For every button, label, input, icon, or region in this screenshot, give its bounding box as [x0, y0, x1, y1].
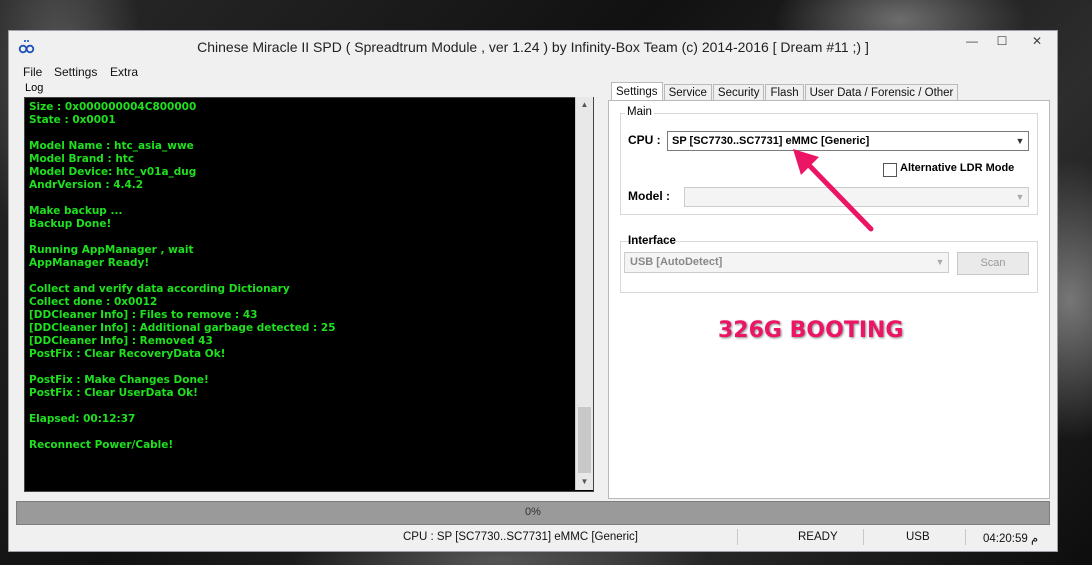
interface-select[interactable]: USB [AutoDetect] ▼ [624, 252, 949, 273]
log-line [29, 231, 336, 244]
status-bar: CPU : SP [SC7730..SC7731] eMMC [Generic]… [9, 527, 1057, 549]
scroll-thumb[interactable] [578, 407, 591, 473]
log-line [29, 270, 336, 283]
status-time: 04:20:59 م [983, 533, 1039, 545]
tab-user-data[interactable]: User Data / Forensic / Other [804, 84, 959, 101]
annotation-text: 326G BOOTING [718, 318, 904, 343]
tab-settings[interactable]: Settings [611, 82, 663, 101]
log-line: Make backup ... [29, 205, 123, 217]
log-label: Log [25, 82, 44, 94]
log-line: Model Name : htc_asia_wwe [29, 140, 194, 152]
log-line: AndrVersion : 4.4.2 [29, 179, 144, 191]
log-scrollbar[interactable]: ▲ ▼ [575, 97, 593, 490]
log-line: Collect done : 0x0012 [29, 296, 158, 308]
title-bar[interactable]: Chinese Miracle II SPD ( Spreadtrum Modu… [9, 31, 1057, 63]
app-window: Chinese Miracle II SPD ( Spreadtrum Modu… [8, 30, 1058, 552]
status-divider [965, 529, 966, 545]
log-line: [DDCleaner Info] : Additional garbage de… [29, 322, 336, 334]
menu-settings[interactable]: Settings [54, 65, 97, 79]
chevron-down-icon: ▼ [1015, 136, 1025, 146]
model-label: Model : [628, 189, 670, 203]
status-port: USB [906, 531, 930, 543]
log-line: [DDCleaner Info] : Removed 43 [29, 335, 213, 347]
log-line [29, 361, 336, 374]
cpu-select[interactable]: SP [SC7730..SC7731] eMMC [Generic] ▼ [667, 131, 1029, 151]
log-line: Model Device: htc_v01a_dug [29, 166, 197, 178]
status-divider [863, 529, 864, 545]
log-line: Collect and verify data according Dictio… [29, 283, 290, 295]
window-title: Chinese Miracle II SPD ( Spreadtrum Modu… [197, 39, 869, 55]
cpu-select-value: SP [SC7730..SC7731] eMMC [Generic] [672, 135, 870, 147]
log-line: Running AppManager , wait [29, 244, 194, 256]
alt-ldr-label: Alternative LDR Mode [900, 162, 1015, 174]
log-line [29, 426, 336, 439]
maximize-button[interactable]: ☐ [987, 31, 1017, 53]
menu-bar: File Settings Extra [9, 63, 1057, 81]
log-panel[interactable]: Size : 0x000000004C800000 State : 0x0001 M… [24, 97, 594, 492]
log-line: Model Brand : htc [29, 153, 135, 165]
interface-group-title: Interface [628, 235, 676, 247]
log-line: AppManager Ready! [29, 257, 150, 269]
log-line: PostFix : Clear UserData Ok! [29, 387, 198, 399]
log-line: Backup Done! [29, 218, 112, 230]
minimize-button[interactable]: — [957, 31, 987, 53]
chevron-down-icon: ▼ [935, 257, 945, 267]
main-group-title: Main [625, 106, 654, 118]
tab-service[interactable]: Service [663, 84, 712, 101]
menu-file[interactable]: File [23, 65, 42, 79]
log-line: Elapsed: 00:12:37 [29, 413, 136, 425]
status-cpu: CPU : SP [SC7730..SC7731] eMMC [Generic] [403, 531, 638, 543]
interface-select-value: USB [AutoDetect] [630, 256, 723, 268]
log-line [29, 127, 336, 140]
tab-security[interactable]: Security [712, 84, 765, 101]
log-line [29, 192, 336, 205]
log-line: PostFix : Make Changes Done! [29, 374, 209, 386]
annotation-arrow-icon [793, 149, 874, 232]
tab-strip: Settings Service Security Flash User Dat… [611, 82, 959, 101]
tab-flash[interactable]: Flash [765, 84, 804, 101]
scan-button[interactable]: Scan [957, 252, 1029, 275]
log-line [29, 400, 336, 413]
log-line: [DDCleaner Info] : Files to remove : 43 [29, 309, 258, 321]
log-line: State : 0x0001 [29, 114, 116, 126]
scroll-down-icon[interactable]: ▼ [576, 474, 593, 490]
status-divider [737, 529, 738, 545]
progress-text: 0% [525, 506, 541, 518]
log-line: Reconnect Power/Cable! [29, 439, 174, 451]
cpu-label: CPU : [628, 133, 661, 147]
log-line: Size : 0x000000004C800000 [29, 101, 197, 113]
log-lines: Size : 0x000000004C800000 State : 0x0001 M… [29, 101, 336, 452]
close-button[interactable]: ✕ [1017, 31, 1057, 53]
scroll-up-icon[interactable]: ▲ [576, 97, 593, 113]
menu-extra[interactable]: Extra [110, 65, 138, 79]
log-line: PostFix : Clear RecoveryData Ok! [29, 348, 226, 360]
progress-bar: 0% [16, 501, 1050, 525]
status-state: READY [798, 531, 838, 543]
chevron-down-icon: ▼ [1015, 192, 1025, 202]
